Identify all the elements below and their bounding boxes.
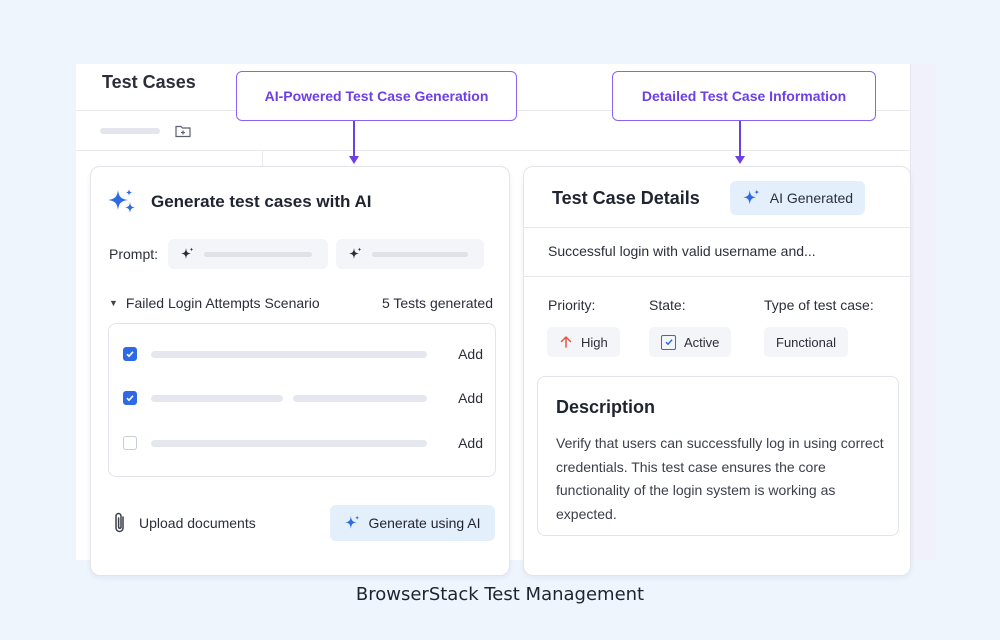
check-icon — [126, 395, 134, 402]
list-item: Add — [123, 433, 483, 453]
generate-header: Generate test cases with AI — [107, 187, 371, 217]
checkbox-icon — [661, 334, 676, 350]
arrow-up-icon — [560, 335, 572, 348]
upload-documents-button[interactable]: Upload documents — [111, 511, 256, 535]
text-placeholder — [151, 439, 427, 447]
prompt-row: Prompt: — [109, 239, 485, 269]
badge-label: AI Generated — [769, 190, 854, 206]
description-title: Description — [556, 397, 656, 417]
priority-label: Priority: — [548, 297, 596, 313]
text-placeholder — [151, 350, 427, 358]
generated-tests-list: Add Add Add — [108, 323, 496, 477]
state-label: State: — [649, 297, 686, 313]
ai-sparkle-icon — [108, 189, 135, 213]
text-placeholder — [293, 394, 427, 402]
add-test-button[interactable]: Add — [458, 346, 483, 362]
sparkle-icon — [345, 515, 360, 529]
divider — [524, 227, 910, 228]
callout-arrow-line — [739, 121, 741, 157]
add-folder-icon[interactable] — [175, 124, 191, 138]
details-title: Test Case Details — [552, 187, 700, 208]
add-test-button[interactable]: Add — [458, 435, 483, 451]
sparkle-icon — [181, 247, 194, 259]
divider — [524, 276, 910, 277]
divider — [76, 150, 910, 151]
scenario-title-group: ▼ Failed Login Attempts Scenario — [109, 295, 320, 311]
details-header: Test Case Details AI Generated — [552, 181, 910, 215]
ai-generated-badge: AI Generated — [729, 181, 866, 215]
state-chip[interactable]: Active — [649, 327, 732, 357]
prompt-suggestion-1[interactable] — [168, 239, 329, 269]
text-placeholder — [151, 394, 283, 402]
generate-title: Generate test cases with AI — [151, 192, 372, 211]
callout-test-case-info: Detailed Test Case Information — [612, 71, 876, 121]
caption: BrowserStack Test Management — [355, 584, 645, 605]
caret-down-icon: ▼ — [109, 298, 118, 308]
list-item: Add — [123, 344, 483, 364]
callout-arrow-head — [735, 156, 745, 164]
test-checkbox[interactable] — [123, 436, 137, 450]
page-title: Test Cases — [102, 72, 196, 92]
test-case-name: Successful login with valid username and… — [548, 243, 816, 259]
prompt-label: Prompt: — [109, 246, 159, 262]
sparkle-icon — [743, 189, 759, 205]
upload-label: Upload documents — [139, 515, 256, 531]
callout-arrow-head — [349, 156, 359, 164]
callout-arrow-line — [353, 121, 355, 157]
list-item: Add — [123, 388, 483, 408]
type-chip[interactable]: Functional — [764, 327, 848, 357]
prompt-suggestion-2[interactable] — [336, 239, 485, 269]
check-icon — [126, 351, 134, 358]
scenario-name: Failed Login Attempts Scenario — [125, 295, 320, 311]
sparkle-icon — [349, 247, 362, 259]
add-test-button[interactable]: Add — [458, 390, 483, 406]
scenario-count: 5 Tests generated — [381, 295, 493, 311]
paperclip-icon — [115, 512, 124, 533]
type-value: Functional — [776, 334, 836, 350]
text-placeholder — [372, 251, 469, 257]
priority-value: High — [581, 334, 608, 350]
priority-chip[interactable]: High — [547, 327, 620, 357]
toolbar-placeholder — [100, 128, 160, 134]
callout-ai-generation: AI-Powered Test Case Generation — [236, 71, 517, 121]
scrollbar-gutter — [910, 64, 936, 560]
generate-panel: Generate test cases with AI Prompt: ▼ Fa… — [90, 166, 510, 576]
description-text: Verify that users can successfully log i… — [556, 435, 884, 522]
state-value: Active — [684, 334, 720, 350]
description-box: Description Verify that users can succes… — [537, 376, 899, 536]
test-case-details-panel: Test Case Details AI Generated Successfu… — [523, 166, 911, 576]
test-checkbox[interactable] — [123, 391, 137, 405]
generate-label: Generate using AI — [368, 515, 481, 531]
test-checkbox[interactable] — [123, 347, 137, 361]
generate-using-ai-button[interactable]: Generate using AI — [330, 505, 495, 541]
scenario-header[interactable]: ▼ Failed Login Attempts Scenario 5 Tests… — [109, 295, 493, 311]
text-placeholder — [204, 251, 313, 257]
type-label: Type of test case: — [764, 297, 874, 313]
